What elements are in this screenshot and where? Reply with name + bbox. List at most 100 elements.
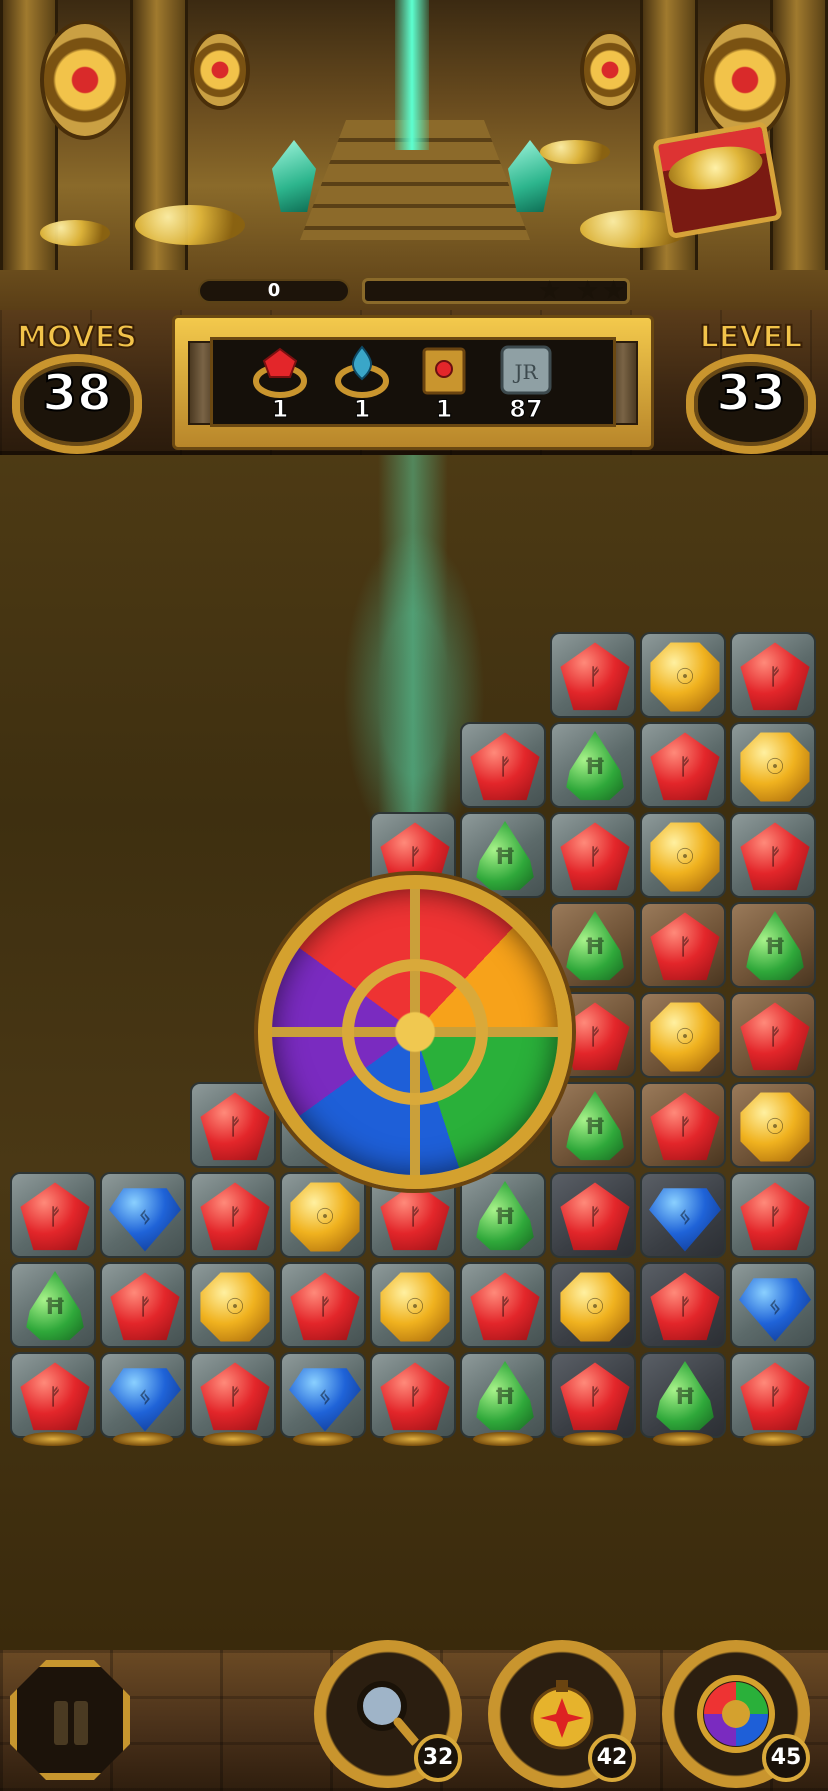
- board-cell[interactable]: Ħ: [10, 1262, 96, 1348]
- gem-glyph: ᚠ: [48, 1204, 62, 1230]
- board-cell[interactable]: Ħ: [550, 902, 636, 988]
- gem-glyph: ᚠ: [48, 1384, 62, 1410]
- gem-glyph: Ħ: [494, 844, 516, 870]
- goal-item: 1: [404, 343, 484, 425]
- gem-glyph: Ħ: [674, 1384, 696, 1410]
- board-cell[interactable]: ᚠ: [640, 1262, 726, 1348]
- red-gem-icon: ᚠ: [200, 1362, 270, 1431]
- board-cell[interactable]: ᚠ: [730, 1172, 816, 1258]
- gem-glyph: ᚠ: [768, 1384, 782, 1410]
- red-gem-icon: ᚠ: [470, 1272, 540, 1341]
- bomb-booster-button[interactable]: 42: [488, 1640, 636, 1788]
- board-cell[interactable]: ᚠ: [10, 1172, 96, 1258]
- gold-coins: [540, 140, 610, 164]
- gem-glyph: ᚠ: [318, 1294, 332, 1320]
- board-cell[interactable]: ☉: [730, 722, 816, 808]
- gem-glyph: ☉: [675, 1024, 695, 1050]
- board-cell[interactable]: ᚠ: [730, 992, 816, 1078]
- red-gem-icon: ᚠ: [20, 1362, 90, 1431]
- board-cell[interactable]: ☉: [190, 1262, 276, 1348]
- gem-glyph: ᚠ: [588, 844, 602, 870]
- gem-glyph: ᛃ: [678, 1204, 692, 1230]
- red-gem-icon: ᚠ: [650, 1092, 720, 1161]
- gem-glyph: ᚠ: [408, 844, 422, 870]
- board-cell[interactable]: Ħ: [730, 902, 816, 988]
- goal-count: 87: [509, 395, 543, 424]
- board-cell[interactable]: ᚠ: [10, 1352, 96, 1438]
- board-cell[interactable]: ᚠ: [550, 1172, 636, 1258]
- red-gem-icon: ᚠ: [110, 1272, 180, 1341]
- gem-glyph: ᚠ: [228, 1384, 242, 1410]
- board-cell[interactable]: Ħ: [640, 1352, 726, 1438]
- blue-gem-icon: ᛃ: [649, 1188, 721, 1252]
- red-gem-icon: ᚠ: [650, 1272, 720, 1341]
- board-cell[interactable]: ☉: [640, 812, 726, 898]
- board-cell[interactable]: ᛃ: [280, 1352, 366, 1438]
- yellow-gem-icon: ☉: [650, 642, 720, 712]
- red-gem-icon: ᚠ: [380, 1362, 450, 1431]
- blue-gem-icon: ᛃ: [109, 1188, 181, 1252]
- yellow-gem-icon: ☉: [650, 822, 720, 892]
- board-cell[interactable]: ᚠ: [280, 1262, 366, 1348]
- board-cell[interactable]: ᛃ: [100, 1352, 186, 1438]
- moves-value: 38: [41, 363, 113, 423]
- booster-count: 42: [588, 1734, 636, 1782]
- board-cell[interactable]: ᚠ: [190, 1082, 276, 1168]
- board-cell[interactable]: ☉: [370, 1262, 456, 1348]
- level-value: 33: [715, 363, 787, 423]
- pause-button[interactable]: [10, 1660, 130, 1780]
- board-ornament: [473, 1432, 533, 1446]
- red-gem-icon: ᚠ: [740, 822, 810, 891]
- board-cell[interactable]: ᛃ: [100, 1172, 186, 1258]
- board-ornament: [23, 1432, 83, 1446]
- yellow-gem-icon: ☉: [380, 1272, 450, 1342]
- gem-glyph: ᚠ: [678, 1114, 692, 1140]
- board-cell[interactable]: ☉: [730, 1082, 816, 1168]
- wall-idol-icon: [700, 20, 790, 140]
- board-cell[interactable]: Ħ: [460, 1172, 546, 1258]
- board-cell[interactable]: Ħ: [550, 1082, 636, 1168]
- gem-glyph: ᚠ: [678, 754, 692, 780]
- gem-glyph: ᛃ: [768, 1294, 782, 1320]
- board-cell[interactable]: ᛃ: [730, 1262, 816, 1348]
- yellow-gem-icon: ☉: [290, 1182, 360, 1252]
- board-cell[interactable]: ᛃ: [640, 1172, 726, 1258]
- red-gem-icon: ᚠ: [200, 1182, 270, 1251]
- board-cell[interactable]: ᚠ: [190, 1172, 276, 1258]
- wall-idol-icon: [580, 30, 640, 110]
- board-cell[interactable]: ᚠ: [730, 812, 816, 898]
- board-cell[interactable]: ᚠ: [460, 1262, 546, 1348]
- gem-glyph: ᚠ: [138, 1294, 152, 1320]
- magnifier-booster-button[interactable]: 32: [314, 1640, 462, 1788]
- gem-glyph: ☉: [765, 1114, 785, 1140]
- board-cell[interactable]: ᚠ: [460, 722, 546, 808]
- board-cell[interactable]: ᚠ: [640, 722, 726, 808]
- board-cell[interactable]: ☉: [640, 632, 726, 718]
- board-cell[interactable]: ☉: [640, 992, 726, 1078]
- board-cell[interactable]: ☉: [280, 1172, 366, 1258]
- red-gem-icon: ᚠ: [560, 642, 630, 711]
- board-cell[interactable]: Ħ: [550, 722, 636, 808]
- board-cell[interactable]: ᚠ: [640, 902, 726, 988]
- board-cell[interactable]: ᚠ: [550, 812, 636, 898]
- board-cell[interactable]: ᚠ: [730, 1352, 816, 1438]
- red-gem-icon: ᚠ: [560, 822, 630, 891]
- board-cell[interactable]: ᚠ: [730, 632, 816, 718]
- goal-count: 1: [353, 395, 371, 424]
- rainbow-booster-button[interactable]: 45: [662, 1640, 810, 1788]
- rainbow-medallion-icon[interactable]: [258, 875, 572, 1189]
- goal-item: 1: [240, 343, 320, 425]
- pause-icon: [74, 1701, 88, 1745]
- board-cell[interactable]: ☉: [550, 1262, 636, 1348]
- green-gem-icon: Ħ: [566, 731, 624, 801]
- board-cell[interactable]: ᚠ: [370, 1352, 456, 1438]
- board-cell[interactable]: ᚠ: [190, 1352, 276, 1438]
- goal-item: 1: [322, 343, 402, 425]
- board-cell[interactable]: ᚠ: [100, 1262, 186, 1348]
- board-cell[interactable]: ᚠ: [550, 1352, 636, 1438]
- board-cell[interactable]: ᚠ: [550, 632, 636, 718]
- board-cell[interactable]: ᚠ: [640, 1082, 726, 1168]
- gem-glyph: ᚠ: [408, 1384, 422, 1410]
- board-cell[interactable]: Ħ: [460, 1352, 546, 1438]
- crystal-icon: [272, 140, 316, 212]
